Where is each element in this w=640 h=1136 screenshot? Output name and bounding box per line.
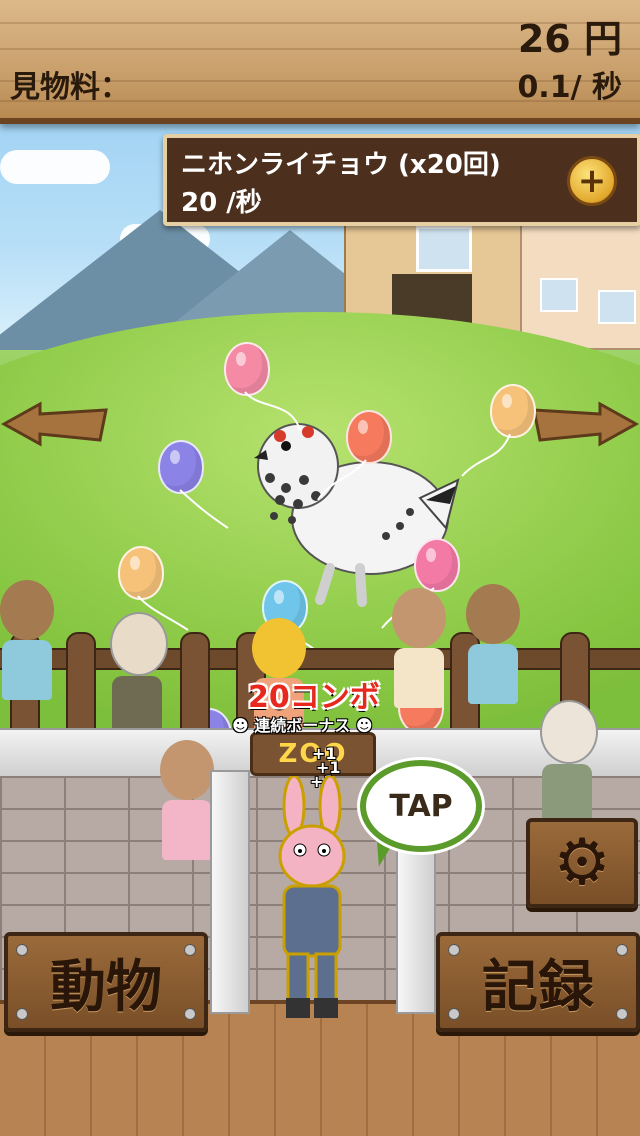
balloon-purple[interactable]	[158, 440, 204, 494]
visitor	[0, 580, 58, 700]
skull-icon: ☻	[355, 716, 373, 735]
animal-rate: 20 /秒	[181, 188, 262, 218]
right-arrow-button[interactable]	[532, 400, 640, 448]
animals-button[interactable]: 動物	[4, 932, 208, 1032]
balloon-pink[interactable]	[224, 342, 270, 396]
balloon-orange[interactable]	[118, 546, 164, 600]
plus-icon: +	[577, 161, 607, 201]
rabbit-zookeeper[interactable]	[258, 776, 368, 1022]
animals-button-label: 動物	[50, 954, 162, 1020]
settings-button[interactable]: ⚙	[526, 818, 638, 908]
records-button-label: 記録	[482, 954, 594, 1020]
balloon-pink[interactable]	[414, 538, 460, 592]
visitor	[392, 588, 450, 708]
fence-rail	[0, 648, 640, 670]
upgrade-plus-button[interactable]: +	[567, 156, 617, 206]
cloud	[0, 150, 110, 184]
rate-value: 0.1/	[517, 70, 582, 105]
bonus-banner: ☻ 連続ボーナス ☻	[232, 712, 373, 736]
left-arrow-button[interactable]	[0, 400, 110, 448]
balloon-orange[interactable]	[490, 384, 536, 438]
gear-icon: ⚙	[553, 826, 611, 900]
house-building	[520, 184, 640, 350]
tap-prompt[interactable]: TAP	[360, 760, 482, 852]
currency-display: 26 円	[518, 8, 622, 63]
visitor	[540, 700, 598, 824]
visitor	[466, 584, 524, 704]
fence-post	[66, 632, 96, 732]
animal-name: ニホンライチョウ (x20回)	[181, 150, 501, 180]
currency-unit: 円	[583, 17, 622, 61]
admission-label: 見物料：	[10, 70, 130, 105]
combo-label: コンボ	[289, 680, 380, 715]
fence-post	[180, 632, 210, 732]
combo-count: 20	[248, 680, 290, 715]
records-button[interactable]: 記録	[436, 932, 640, 1032]
skull-icon: ☻	[232, 716, 249, 735]
bonus-text: 連続ボーナス	[254, 716, 351, 735]
visitor	[110, 612, 168, 736]
header-bar: 26 円 見物料： 0.1/ 秒	[0, 0, 640, 124]
income-rate: 0.1/ 秒	[517, 62, 622, 106]
rate-unit: 秒	[592, 70, 622, 105]
gate-pillar-left	[210, 770, 250, 1014]
currency-amount: 26	[517, 17, 571, 61]
balloon-red[interactable]	[346, 410, 392, 464]
game-screen[interactable]: 26 円 見物料： 0.1/ 秒 ニホンライチョウ (x20回) 20 /秒 +	[0, 0, 640, 1136]
combo-counter: 20コンボ	[248, 672, 380, 716]
